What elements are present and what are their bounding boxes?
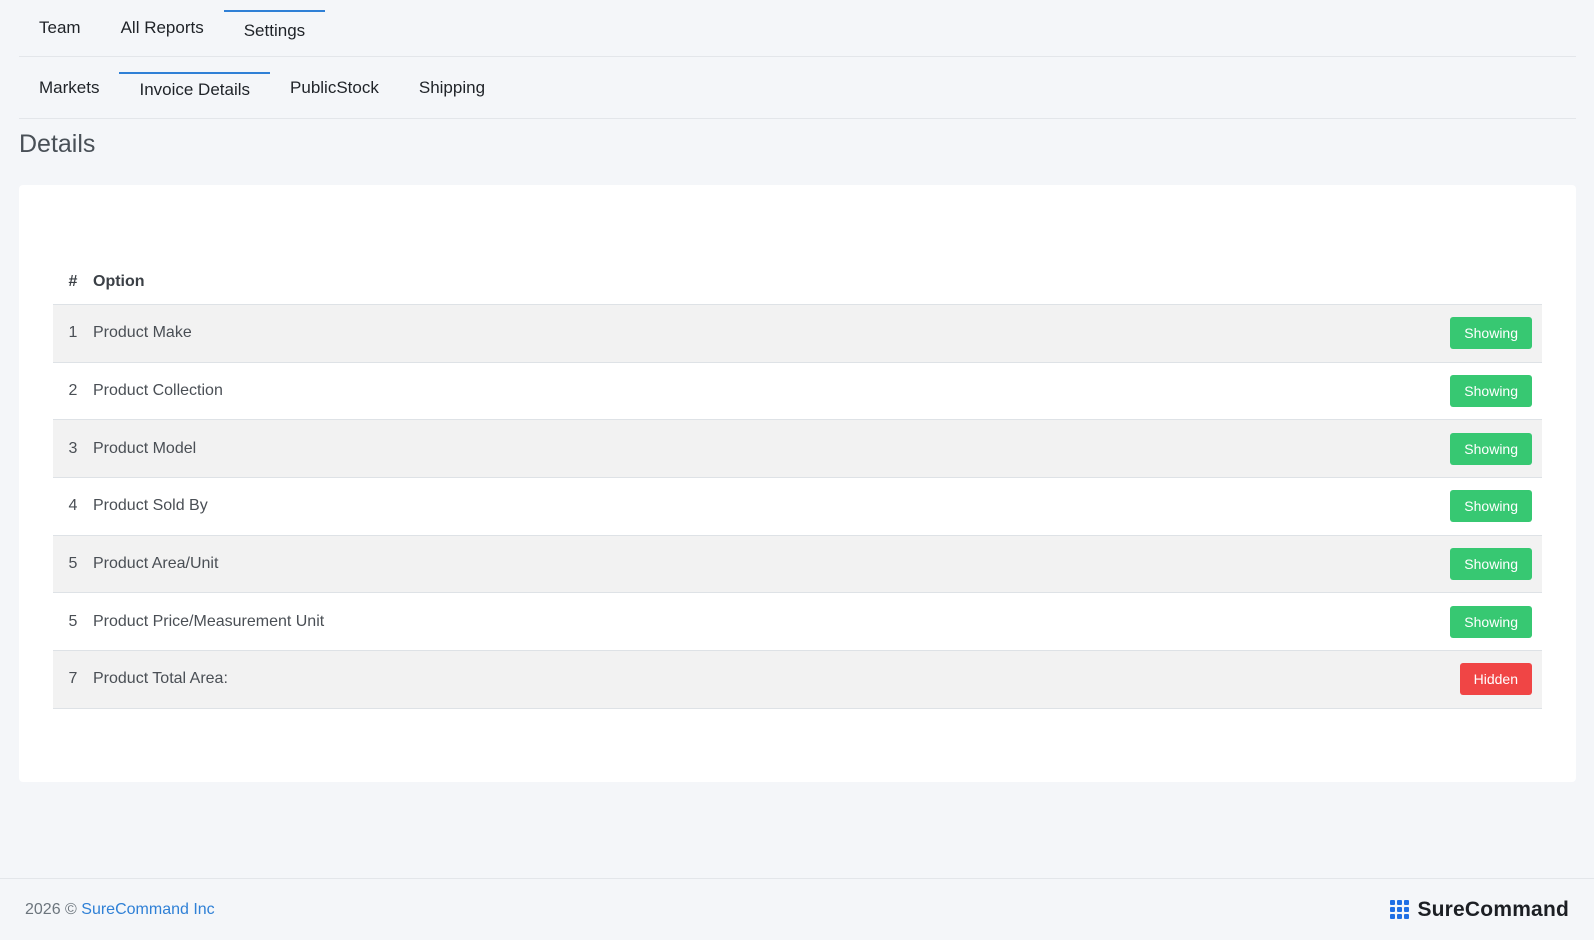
table-row: 7 Product Total Area: Hidden xyxy=(53,651,1542,709)
status-toggle-button[interactable]: Showing xyxy=(1450,432,1532,465)
details-card: # Option 1 Product Make Showing 2 Produc… xyxy=(19,185,1576,782)
tab-label: Settings xyxy=(243,20,306,40)
row-option: Product Make xyxy=(93,324,192,342)
row-option: Product Total Area: xyxy=(93,670,228,688)
tab-label: Markets xyxy=(39,77,100,97)
row-number: 5 xyxy=(68,555,78,573)
status-toggle-button[interactable]: Showing xyxy=(1450,490,1532,523)
tab-label: Shipping xyxy=(418,77,486,97)
header-option: Option xyxy=(93,273,145,290)
tab-all-reports[interactable]: All Reports xyxy=(101,0,224,56)
tab-publicstock[interactable]: PublicStock xyxy=(270,57,399,118)
copyright-year: 2026 © xyxy=(25,900,77,918)
table-row: 3 Product Model Showing xyxy=(53,420,1542,479)
tab-shipping[interactable]: Shipping xyxy=(399,57,505,118)
options-table: # Option 1 Product Make Showing 2 Produc… xyxy=(53,260,1542,709)
table-header: # Option xyxy=(53,260,1542,305)
footer: 2026 © SureCommand Inc SureCommand xyxy=(0,878,1594,940)
page: Team All Reports Settings Markets Invoic… xyxy=(0,0,1594,940)
row-option: Product Collection xyxy=(93,382,223,400)
row-number: 5 xyxy=(68,612,78,630)
row-option: Product Sold By xyxy=(93,497,208,515)
tab-invoice-details[interactable]: Invoice Details xyxy=(119,57,270,118)
tab-settings[interactable]: Settings xyxy=(223,0,326,56)
header-number: # xyxy=(68,273,78,290)
page-title: Details xyxy=(19,130,96,158)
status-toggle-button[interactable]: Showing xyxy=(1450,548,1532,581)
tab-markets[interactable]: Markets xyxy=(19,57,119,118)
brand-name: SureCommand xyxy=(1417,897,1569,921)
top-tabs: Team All Reports Settings xyxy=(19,0,1576,57)
grid-dots-icon xyxy=(1390,900,1410,919)
table-row: 5 Product Area/Unit Showing xyxy=(53,535,1542,594)
row-number: 1 xyxy=(68,324,78,342)
tab-label: PublicStock xyxy=(290,77,379,97)
status-toggle-button[interactable]: Showing xyxy=(1450,317,1532,350)
status-toggle-button[interactable]: Showing xyxy=(1450,605,1532,638)
status-toggle-button[interactable]: Hidden xyxy=(1459,663,1532,696)
row-number: 2 xyxy=(68,382,78,400)
table-row: 1 Product Make Showing xyxy=(53,305,1542,363)
row-number: 7 xyxy=(68,670,78,688)
tab-label: All Reports xyxy=(120,18,204,37)
tab-team[interactable]: Team xyxy=(19,0,101,56)
brand-logo: SureCommand xyxy=(1390,898,1569,922)
copyright: 2026 © SureCommand Inc xyxy=(25,901,215,919)
settings-subtabs: Markets Invoice Details PublicStock Ship… xyxy=(19,57,1576,119)
row-option: Product Area/Unit xyxy=(93,555,219,573)
table-row: 2 Product Collection Showing xyxy=(53,363,1542,421)
table-row: 5 Product Price/Measurement Unit Showing xyxy=(53,593,1542,652)
row-option: Product Price/Measurement Unit xyxy=(93,612,325,630)
tab-label: Invoice Details xyxy=(139,80,251,99)
table-row: 4 Product Sold By Showing xyxy=(53,478,1542,536)
row-number: 3 xyxy=(68,439,78,457)
row-option: Product Model xyxy=(93,439,197,457)
row-number: 4 xyxy=(68,497,78,515)
company-link[interactable]: SureCommand Inc xyxy=(81,901,214,918)
tab-label: Team xyxy=(39,18,81,37)
status-toggle-button[interactable]: Showing xyxy=(1450,375,1532,408)
